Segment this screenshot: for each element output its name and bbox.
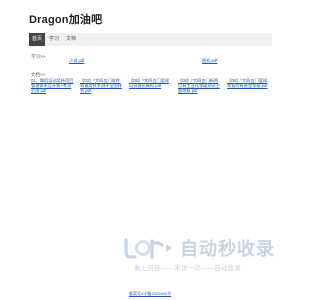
document-links-row: 01、舞蹈培训奖杯项目管理体系设计和+考试范围.pdf 【03】^大四五门软件和… [31,78,271,94]
auto-index-watermark: 自动秒收录 做上链接——来访一次——自动收录 [122,234,282,274]
top-nav: 首页 学习 文档 [29,33,272,46]
tab-documents[interactable]: 文档 [63,33,79,46]
link-novel-pdf[interactable]: 小说.pdf [69,58,84,63]
document-link[interactable]: 【03】^大四五门软件和通用技术测评全国排名.pdf [80,78,124,94]
study-links-row: 小说.pdf 随机.pdf [31,58,271,66]
tab-home[interactable]: 首页 [29,33,46,46]
tab-study[interactable]: 学习 [46,33,62,46]
watermark-title: 自动秒收录 [180,239,275,259]
document-link[interactable]: 【06】^大四五门篮球等复的有感受等级.pdf [227,78,271,88]
watermark-subtitle: 做上链接——来访一次——自动收录 [134,265,242,272]
watermark-logo-icon [124,238,172,259]
document-link[interactable]: 【05】^大四五门新两位有工业化等级测试主题等级.pdf [178,78,222,94]
link-random-pdf[interactable]: 随机.pdf [202,58,217,63]
footer-icp-link[interactable]: 备案号ICP备2023000号 [0,291,300,297]
site-title[interactable]: Dragon加油吧 [29,11,102,27]
document-link[interactable]: 【05】^大四五门篮球培训理论模拟.pdf [129,78,173,88]
document-link[interactable]: 01、舞蹈培训奖杯项目管理体系设计和+考试范围.pdf [31,78,75,94]
